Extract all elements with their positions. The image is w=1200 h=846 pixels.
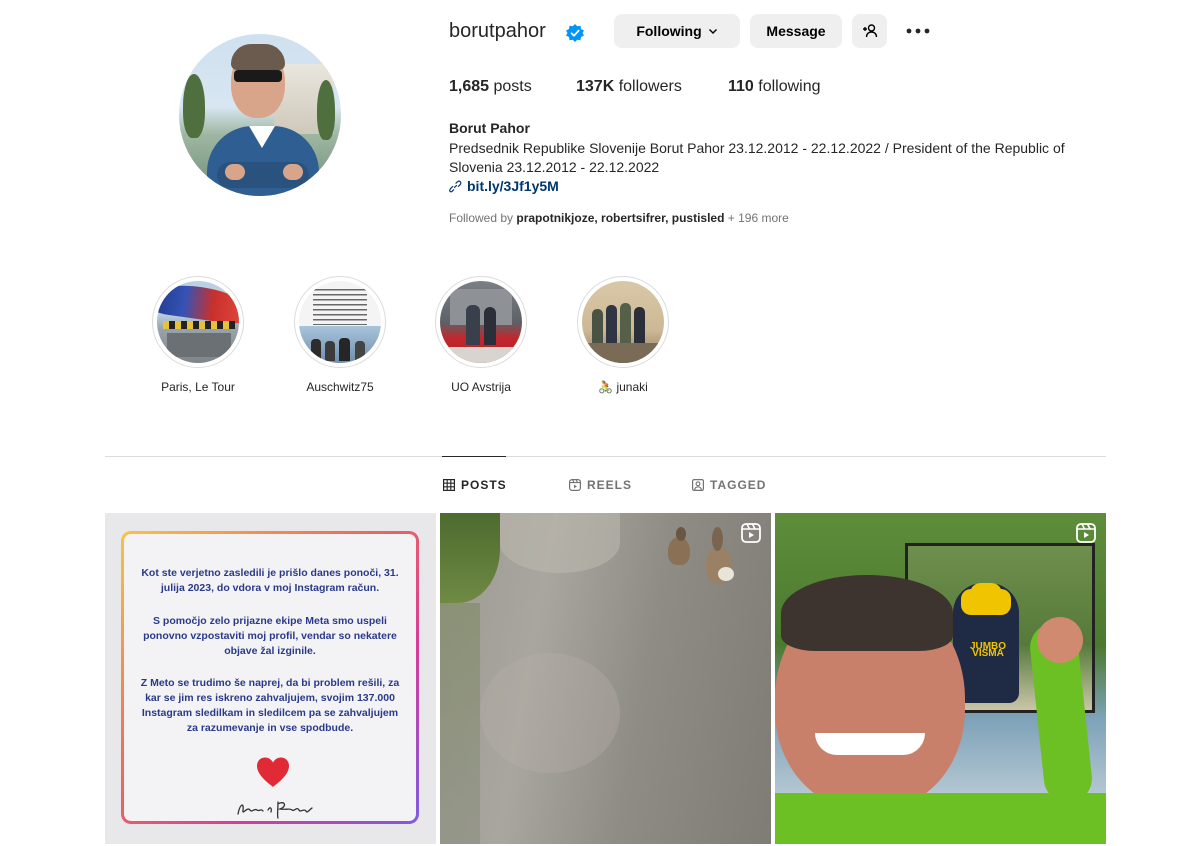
chevron-down-icon [708,29,717,34]
tagged-icon [692,479,704,491]
grid-icon [443,479,455,491]
posts-label: posts [493,78,532,95]
highlight-cover [582,281,664,363]
highlight-label: Paris, Le Tour [161,380,235,394]
following-count: 110 [728,78,754,95]
following-button-label: Following [636,23,702,39]
followed-by-names: prapotnikjoze, robertsifrer, pustisled [516,211,725,225]
tab-tagged-label: TAGGED [710,478,767,492]
reel-icon [741,523,761,543]
highlight-junaki[interactable]: 🚴 junaki [577,276,669,394]
highlight-cover [440,281,522,363]
message-button[interactable]: Message [750,14,842,48]
followed-by-more: + 196 more [727,211,789,225]
following-stat[interactable]: 110 following [728,78,821,96]
post-tile[interactable]: JUMBO VISMA [775,513,1106,844]
suggested-users-button[interactable] [852,14,887,48]
link-icon [449,180,462,192]
signature-graphic [237,801,313,819]
post-text-paragraph-1: Kot ste verjetno zasledili je prišlo dan… [141,567,399,594]
tab-reels[interactable]: REELS [569,478,632,492]
followers-stat[interactable]: 137K followers [576,78,682,96]
highlight-paris-le-tour[interactable]: Paris, Le Tour [152,276,244,394]
following-label: following [758,78,821,95]
profile-link[interactable]: bit.ly/3Jf1y5M [449,178,559,194]
highlight-auschwitz75[interactable]: Auschwitz75 [294,276,386,394]
highlight-ring [435,276,527,368]
verified-badge-icon [566,24,584,42]
highlight-cover [157,281,239,363]
profile-bio: Predsednik Republike Slovenije Borut Pah… [449,140,1065,175]
highlight-ring [577,276,669,368]
post-tile[interactable] [440,513,771,844]
more-options-button[interactable] [903,16,933,46]
highlight-label: Auschwitz75 [306,380,374,394]
highlight-cover [299,281,381,363]
add-user-icon [862,24,877,38]
profile-avatar[interactable] [179,34,341,196]
more-dots-icon [906,28,930,34]
profile-link-text: bit.ly/3Jf1y5M [467,178,559,194]
tab-posts-label: POSTS [461,478,507,492]
tab-reels-label: REELS [587,478,633,492]
highlight-ring [294,276,386,368]
post-text-paragraph-2: S pomočjo zelo prijazne ekipe Meta smo u… [143,615,397,657]
reel-icon [1076,523,1096,543]
heart-icon [257,757,289,787]
tabs-divider [105,456,1106,457]
profile-username: borutpahor [449,20,546,42]
highlight-label: 🚴 junaki [598,380,648,394]
highlight-ring [152,276,244,368]
followers-label: followers [618,78,682,95]
post-card: Kot ste verjetno zasledili je prišlo dan… [121,531,419,824]
highlight-label: UO Avstrija [451,380,511,394]
active-tab-indicator [442,456,506,457]
following-button[interactable]: Following [614,14,740,48]
post-tile[interactable]: Kot ste verjetno zasledili je prišlo dan… [105,513,436,844]
profile-full-name: Borut Pahor [449,120,530,136]
highlight-uo-avstrija[interactable]: UO Avstrija [435,276,527,394]
posts-count: 1,685 [449,78,490,95]
posts-stat: 1,685 posts [449,78,532,96]
post-text-paragraph-3: Z Meto se trudimo še naprej, da bi probl… [140,677,400,734]
message-button-label: Message [766,23,826,39]
followed-by-prefix: Followed by [449,211,514,225]
followers-count: 137K [576,78,615,95]
reels-icon [569,479,581,491]
jersey-text: JUMBO VISMA [969,641,1007,659]
followed-by[interactable]: Followed by prapotnikjoze, robertsifrer,… [449,211,789,225]
tab-tagged[interactable]: TAGGED [692,478,766,492]
tab-posts[interactable]: POSTS [443,478,507,492]
